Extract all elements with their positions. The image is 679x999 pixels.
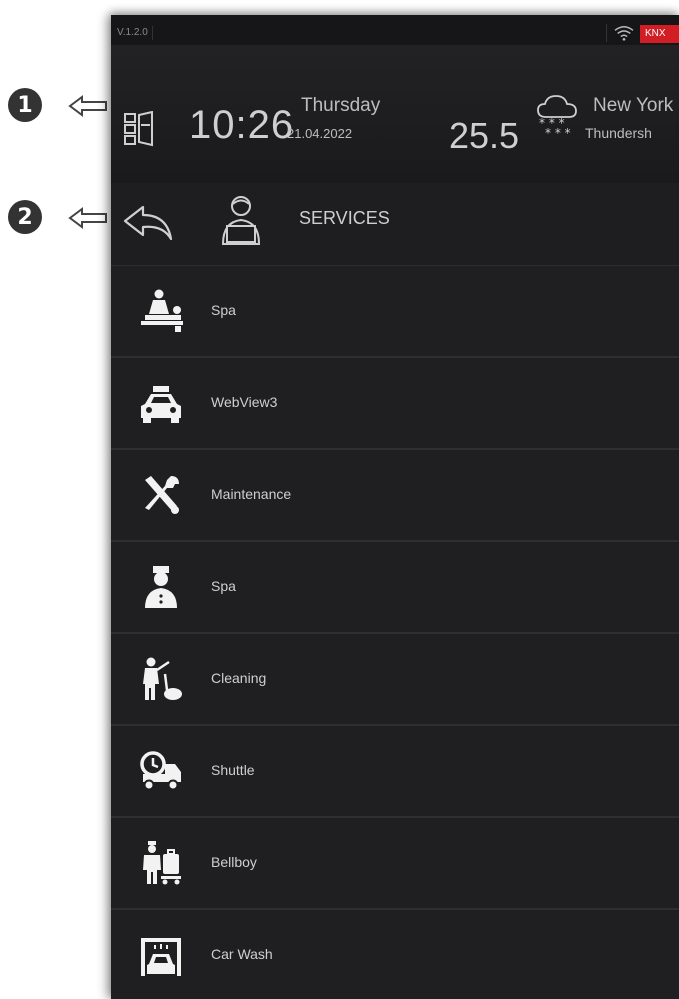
- annotation-arrow-icon: [68, 95, 107, 117]
- service-item-cleaning[interactable]: Cleaning: [111, 634, 679, 726]
- cloud-snow-icon: * * * * * *: [537, 95, 577, 139]
- annotation-marker-2: 2: [8, 200, 42, 234]
- service-label: Shuttle: [211, 762, 255, 778]
- annotation-arrow-icon: [68, 207, 107, 229]
- doorman-icon: [145, 566, 177, 608]
- service-item-spa[interactable]: Spa: [111, 265, 679, 358]
- version-label: V.1.2.0: [117, 26, 153, 40]
- service-item-spa-2[interactable]: Spa: [111, 542, 679, 634]
- services-list: Spa WebView3 Maintenance Spa Cleaning Sh…: [111, 265, 679, 999]
- service-label: Maintenance: [211, 486, 292, 502]
- cleaning-icon: [143, 657, 182, 700]
- weather-city: New York: [593, 95, 674, 116]
- taxi-icon: [141, 386, 181, 423]
- services-navbar: [111, 183, 679, 266]
- tools-icon: [145, 476, 179, 514]
- knx-badge[interactable]: KNX: [640, 25, 679, 43]
- service-item-bellboy[interactable]: Bellboy: [111, 818, 679, 910]
- shuttle-icon: [140, 751, 181, 791]
- concierge-laptop-icon: [221, 196, 261, 245]
- massage-icon: [141, 289, 183, 332]
- bellboy-icon: [143, 841, 181, 885]
- check-in-icon[interactable]: [124, 111, 156, 147]
- clock-time: 10:26: [189, 103, 295, 147]
- service-item-webview3[interactable]: WebView3: [111, 358, 679, 450]
- service-label: Spa: [211, 578, 236, 594]
- service-label: Cleaning: [211, 670, 267, 686]
- service-label: Car Wash: [211, 946, 273, 962]
- status-bar: V.1.2.0 KNX: [111, 15, 679, 45]
- service-item-car-wash[interactable]: Car Wash: [111, 910, 679, 999]
- page-title: SERVICES: [299, 208, 390, 228]
- service-label: Spa: [211, 302, 236, 318]
- device-screen: V.1.2.0 KNX 10:26 Thursday 21.04.2022 25…: [111, 15, 679, 999]
- back-arrow-icon[interactable]: [123, 203, 173, 243]
- annotation-marker-1: 1: [8, 88, 42, 122]
- header: 10:26 Thursday 21.04.2022 25.5 * * * * *…: [111, 45, 679, 184]
- svg-text:* * *: * * *: [545, 126, 571, 139]
- service-label: WebView3: [211, 394, 278, 410]
- date-label: 21.04.2022: [287, 126, 353, 141]
- weather-condition: Thundersh: [585, 125, 652, 141]
- temperature-value: 25.5: [449, 115, 520, 156]
- service-label: Bellboy: [211, 854, 257, 870]
- weekday-label: Thursday: [301, 95, 381, 116]
- car-wash-icon: [141, 938, 181, 976]
- service-item-maintenance[interactable]: Maintenance: [111, 450, 679, 542]
- wifi-icon: [606, 24, 634, 42]
- service-item-shuttle[interactable]: Shuttle: [111, 726, 679, 818]
